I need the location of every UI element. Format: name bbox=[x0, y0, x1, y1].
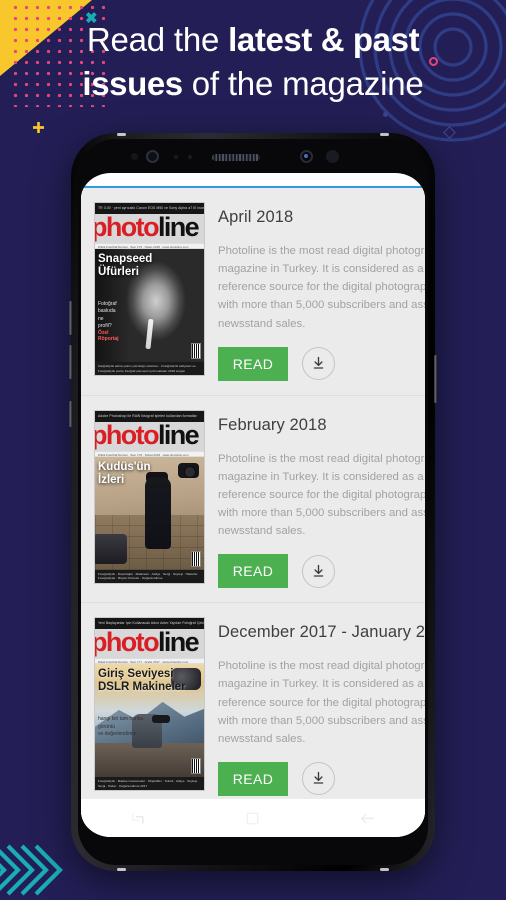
cover-subtext: Fotoğraf baskıda ne profil? bbox=[98, 301, 117, 329]
headline-line1-light: Read the bbox=[86, 21, 229, 58]
sensor-dot-1-icon bbox=[174, 155, 178, 159]
headline-line2-light: of the magazine bbox=[182, 65, 424, 103]
phone-body: TR 3.00 · yeni ayrıcalık Canon EOS M50 v… bbox=[78, 139, 428, 865]
iris-scanner-icon bbox=[146, 150, 159, 163]
download-button[interactable] bbox=[302, 762, 335, 796]
issue-actions: READ bbox=[218, 554, 415, 589]
download-button[interactable] bbox=[302, 347, 335, 381]
list-item[interactable]: TR 3.00 · yeni ayrıcalık Canon EOS M50 v… bbox=[81, 188, 425, 396]
blue-dot-decoration bbox=[383, 112, 388, 117]
issue-description: Photoline is the most read digital photo… bbox=[218, 660, 425, 745]
headline-line1-bold: latest & past bbox=[228, 21, 420, 58]
issue-details: April 2018 Photoline is the most read di… bbox=[218, 202, 425, 381]
cover-logo-red: photo bbox=[94, 212, 160, 242]
cover-headline: Kudüs'ün İzleri bbox=[98, 460, 151, 486]
back-icon bbox=[360, 813, 375, 823]
android-navigation-bar bbox=[81, 799, 425, 837]
bezel-glint-top-left bbox=[117, 133, 126, 136]
issue-description: Photoline is the most read digital photo… bbox=[218, 452, 425, 538]
cover-photo-camera bbox=[178, 462, 199, 478]
magazine-cover-image[interactable]: Yeni Başlayanlar İçin Kullanacak Adım Ad… bbox=[94, 617, 205, 792]
recents-icon bbox=[131, 812, 144, 824]
cover-photo-figure bbox=[145, 476, 172, 549]
phone-mockup: TR 3.00 · yeni ayrıcalık Canon EOS M50 v… bbox=[69, 133, 437, 871]
bezel-glint-bottom-right bbox=[380, 868, 389, 871]
issue-title: February 2018 bbox=[218, 415, 327, 434]
front-camera-icon bbox=[300, 150, 313, 163]
magazine-cover-image[interactable]: TR 3.00 · yeni ayrıcalık Canon EOS M50 v… bbox=[94, 202, 205, 376]
issue-title: December 2017 - January 2018 bbox=[218, 623, 425, 642]
cover-logo-black: line bbox=[157, 627, 200, 658]
bixby-button[interactable] bbox=[69, 401, 72, 427]
cover-logo: photoline bbox=[94, 419, 200, 450]
magazine-cover-image[interactable]: Adobe Photoshop ile RAW fotograf işleten… bbox=[94, 409, 205, 584]
app-accent-line bbox=[81, 186, 425, 188]
issue-title: April 2018 bbox=[218, 208, 294, 226]
download-button[interactable] bbox=[302, 554, 335, 588]
issue-details: December 2017 - January 2018 Photoline i… bbox=[218, 617, 425, 796]
read-button[interactable]: READ bbox=[218, 761, 288, 796]
cover-footer-strip: fotoğrafçılık adına çekim yolculuğu süre… bbox=[95, 362, 204, 375]
bezel-glint-bottom-left bbox=[117, 868, 126, 871]
headline-line-1: Read the latest & past bbox=[0, 18, 506, 62]
cover-red-tag: Özel Röportaj bbox=[98, 330, 119, 342]
issue-actions: READ bbox=[218, 346, 415, 381]
cover-photo-ground bbox=[95, 743, 204, 778]
cover-logo-red: photo bbox=[94, 627, 160, 658]
phone-screen: TR 3.00 · yeni ayrıcalık Canon EOS M50 v… bbox=[81, 173, 425, 837]
cover-footer-strip: Fotoğrafçılık · Röportajlar · Makineler … bbox=[95, 569, 204, 583]
cover-barcode-icon bbox=[191, 758, 201, 775]
cover-artwork: Giriş Seviyesi DSLR Makineler hangi biri… bbox=[95, 664, 204, 778]
cover-logo-red: photo bbox=[94, 419, 160, 450]
back-button[interactable] bbox=[346, 804, 390, 832]
cover-photo-drum bbox=[95, 533, 127, 564]
issues-list[interactable]: TR 3.00 · yeni ayrıcalık Canon EOS M50 v… bbox=[81, 188, 425, 837]
list-item[interactable]: Yeni Başlayanlar İçin Kullanacak Adım Ad… bbox=[81, 603, 425, 811]
cover-artwork: Kudüs'ün İzleri bbox=[95, 456, 204, 570]
proximity-sensor-icon bbox=[131, 153, 138, 160]
volume-up-button[interactable] bbox=[69, 301, 72, 335]
sensor-dot-2-icon bbox=[188, 155, 192, 159]
home-button[interactable] bbox=[231, 804, 275, 832]
headline-line2-bold: issues bbox=[82, 65, 183, 103]
cover-logo: photoline bbox=[94, 212, 200, 242]
cover-headline: Snapseed Üfürleri bbox=[98, 253, 153, 278]
cover-subtext: hangi biri tam harika görüntü ve değerle… bbox=[98, 716, 144, 737]
issue-description: Photoline is the most read digital photo… bbox=[218, 245, 425, 330]
phone-top-bezel bbox=[78, 139, 428, 173]
cover-logo-black: line bbox=[157, 419, 200, 450]
issue-actions: READ bbox=[218, 761, 415, 796]
yellow-plus-decoration bbox=[33, 122, 44, 133]
cover-barcode-icon bbox=[191, 343, 201, 359]
light-sensor-icon bbox=[326, 150, 339, 163]
cover-logo: photoline bbox=[94, 627, 200, 658]
page-title: Read the latest & past issues of the mag… bbox=[0, 18, 506, 106]
cover-logo-black: line bbox=[157, 212, 200, 242]
cover-photo-lens bbox=[151, 715, 170, 724]
read-button[interactable]: READ bbox=[218, 346, 288, 381]
bezel-glint-top-right bbox=[380, 133, 389, 136]
download-icon bbox=[313, 356, 324, 369]
cover-footer-strip: Fotoğrafçılık · Makine incelemeleri · Ob… bbox=[95, 777, 204, 791]
cover-barcode-icon bbox=[191, 550, 201, 567]
headline-line-2: issues of the magazine bbox=[0, 62, 506, 106]
cover-headline: Giriş Seviyesi DSLR Makineler bbox=[98, 668, 186, 694]
volume-down-button[interactable] bbox=[69, 345, 72, 379]
earpiece-speaker-icon bbox=[212, 154, 260, 161]
power-button[interactable] bbox=[434, 355, 437, 403]
recents-button[interactable] bbox=[116, 804, 160, 832]
issue-details: February 2018 Photoline is the most read… bbox=[218, 410, 425, 589]
home-icon bbox=[247, 812, 259, 824]
list-item[interactable]: Adobe Photoshop ile RAW fotograf işleten… bbox=[81, 395, 425, 604]
cover-artwork: Snapseed Üfürleri Fotoğraf baskıda ne pr… bbox=[95, 249, 204, 362]
download-icon bbox=[313, 772, 324, 785]
read-button[interactable]: READ bbox=[218, 554, 288, 589]
download-icon bbox=[313, 564, 324, 577]
